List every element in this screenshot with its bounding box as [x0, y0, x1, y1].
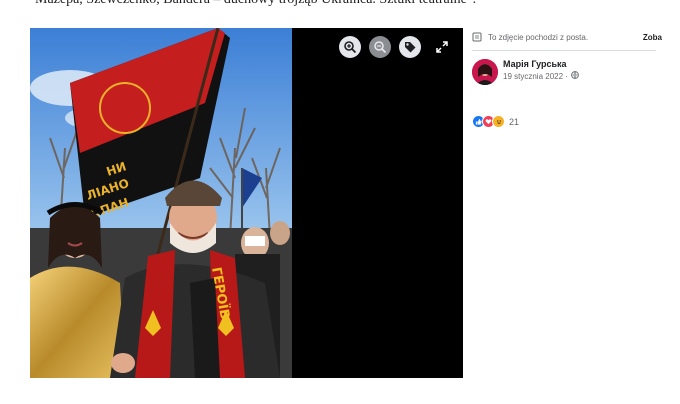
zoom-in-icon — [344, 41, 357, 54]
author-name[interactable]: Марія Гурська — [503, 59, 579, 69]
photo-viewer[interactable]: 30 НИ ЛІАНО ОПАН — [30, 28, 463, 378]
author-meta: Марія Гурська 19 stycznia 2022 · — [503, 59, 579, 81]
article-text-fragment: Mazepa, Szewczenko, Bandera – duchowy tr… — [35, 0, 476, 8]
avatar[interactable] — [472, 59, 498, 85]
reactions-summary[interactable]: 21 — [472, 115, 662, 128]
fullscreen-icon — [436, 41, 448, 53]
document-icon — [472, 32, 482, 42]
zoom-in-button[interactable] — [339, 36, 361, 58]
reaction-icons — [472, 115, 505, 128]
tag-icon — [405, 42, 416, 53]
globe-icon — [571, 71, 579, 81]
photo-illustration: 30 НИ ЛІАНО ОПАН — [30, 28, 292, 378]
post-date-row: 19 stycznia 2022 · — [503, 71, 579, 81]
tag-button[interactable] — [399, 36, 421, 58]
fullscreen-button[interactable] — [433, 38, 451, 56]
post-date[interactable]: 19 stycznia 2022 · — [503, 72, 568, 81]
zoom-out-button[interactable] — [369, 36, 391, 58]
page: Mazepa, Szewczenko, Bandera – duchowy tr… — [0, 0, 680, 404]
haha-icon — [492, 115, 505, 128]
author-row: Марія Гурська 19 stycznia 2022 · — [472, 59, 662, 85]
post-sidebar: To zdjęcie pochodzi z posta. Zoba Марія … — [472, 28, 662, 388]
zoom-out-icon — [374, 41, 387, 54]
post-photo[interactable]: 30 НИ ЛІАНО ОПАН — [30, 28, 292, 378]
reaction-count: 21 — [509, 116, 520, 127]
sidebar-divider — [472, 50, 656, 51]
see-post-link[interactable]: Zoba — [643, 33, 662, 42]
viewer-controls — [339, 36, 451, 58]
photo-source-row: To zdjęcie pochodzi z posta. Zoba — [472, 28, 662, 46]
photo-source-text: To zdjęcie pochodzi z posta. — [488, 32, 589, 42]
